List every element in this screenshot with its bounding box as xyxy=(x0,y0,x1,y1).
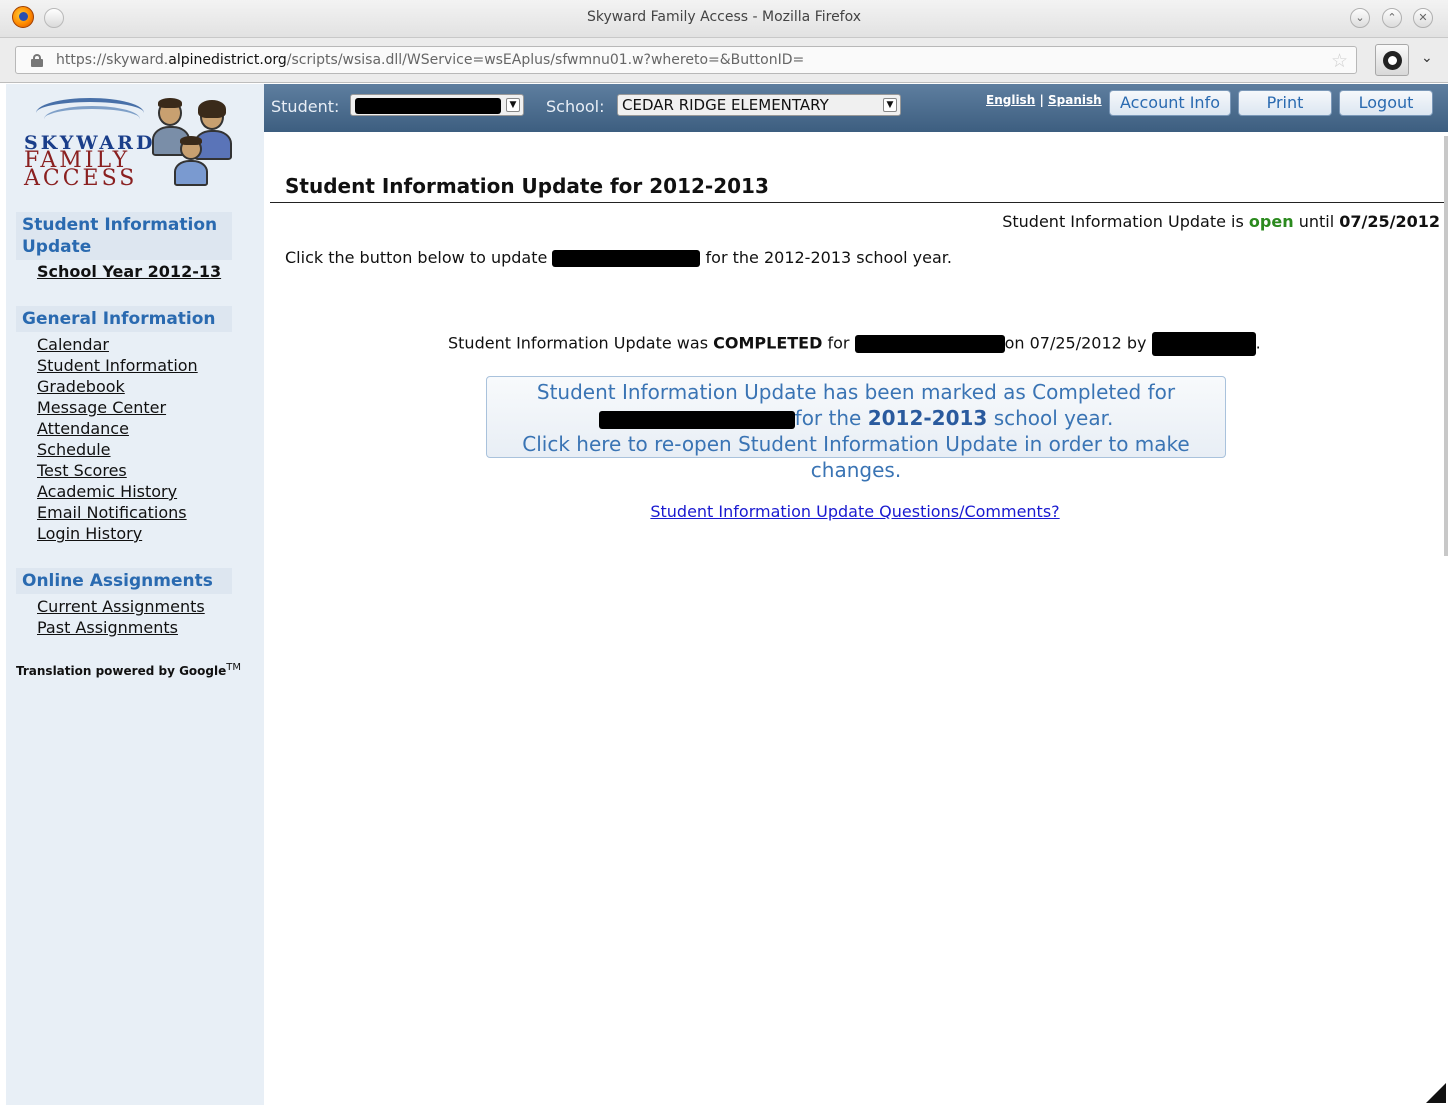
header-bar: Student: ▼ School: CEDAR RIDGE ELEMENTAR… xyxy=(264,84,1448,132)
window-titlebar: Skyward Family Access - Mozilla Firefox … xyxy=(0,0,1448,38)
completed-notice: Student Information Update was COMPLETED… xyxy=(448,332,1261,356)
sidebar: SKYWARD FAMILY ACCESS Student Information… xyxy=(6,84,264,1105)
sidebar-item-test-scores[interactable]: Test Scores xyxy=(37,461,127,480)
status-open-badge: open xyxy=(1248,212,1294,231)
minimize-icon[interactable]: ⌄ xyxy=(1350,8,1370,28)
sidebar-item-academic-history[interactable]: Academic History xyxy=(37,482,177,501)
navigation-toolbar: https://skyward.alpinedistrict.org/scrip… xyxy=(0,38,1448,83)
sidebar-item-current-assignments[interactable]: Current Assignments xyxy=(37,597,205,616)
student-select[interactable]: ▼ xyxy=(350,94,524,116)
intro-text: Click the button below to update for the… xyxy=(285,248,952,267)
spanish-link[interactable]: Spanish xyxy=(1048,93,1102,107)
english-link[interactable]: English xyxy=(986,93,1035,107)
status-date: 07/25/2012 xyxy=(1339,212,1440,231)
redacted-student-name xyxy=(854,335,1005,353)
window-title: Skyward Family Access - Mozilla Firefox xyxy=(586,9,862,25)
school-label: School: xyxy=(546,97,605,116)
sidebar-item-message-center[interactable]: Message Center xyxy=(37,398,166,417)
student-label: Student: xyxy=(271,97,340,116)
extension-button[interactable] xyxy=(1375,44,1409,76)
sidebar-item-attendance[interactable]: Attendance xyxy=(37,419,129,438)
url-text[interactable]: https://skyward.alpinedistrict.org/scrip… xyxy=(56,52,804,68)
sidebar-section-general-information: General Information xyxy=(16,306,232,332)
skyward-family-access-logo[interactable]: SKYWARD FAMILY ACCESS xyxy=(16,94,244,194)
url-bar[interactable]: https://skyward.alpinedistrict.org/scrip… xyxy=(15,46,1357,74)
redacted-student-name xyxy=(598,410,795,429)
sidebar-item-login-history[interactable]: Login History xyxy=(37,524,142,543)
sidebar-item-student-information[interactable]: Student Information xyxy=(37,356,198,375)
update-status: Student Information Update is open until… xyxy=(1002,212,1440,231)
redacted-student-name xyxy=(552,250,701,267)
family-icon xyxy=(150,94,246,194)
sidebar-item-calendar[interactable]: Calendar xyxy=(37,335,109,354)
chevron-down-icon: ▼ xyxy=(506,98,520,112)
questions-comments-link[interactable]: Student Information Update Questions/Com… xyxy=(0,502,1448,521)
scrollbar[interactable] xyxy=(1444,136,1448,556)
redacted-student-name xyxy=(355,97,501,114)
account-info-button[interactable]: Account Info xyxy=(1109,90,1231,116)
bookmark-star-icon[interactable]: ☆ xyxy=(1331,50,1348,72)
translation-credit: Translation powered by GoogleTM xyxy=(16,662,241,678)
school-select[interactable]: CEDAR RIDGE ELEMENTARY ▼ xyxy=(617,94,901,116)
sidebar-item-past-assignments[interactable]: Past Assignments xyxy=(37,618,178,637)
title-divider xyxy=(270,202,1448,203)
close-icon[interactable]: ✕ xyxy=(1413,8,1433,28)
resize-grip[interactable] xyxy=(1426,1083,1446,1103)
sidebar-item-gradebook[interactable]: Gradebook xyxy=(37,377,125,396)
lock-icon[interactable] xyxy=(31,54,43,67)
chevron-down-icon[interactable]: ⌄ xyxy=(1421,50,1433,66)
logout-button[interactable]: Logout xyxy=(1339,90,1433,116)
logo-text-family-access: FAMILY ACCESS xyxy=(24,148,138,191)
chevron-down-icon: ▼ xyxy=(883,98,897,112)
camera-icon xyxy=(1383,51,1402,70)
sidebar-item-school-year[interactable]: School Year 2012-13 xyxy=(37,262,221,281)
sidebar-section-student-information-update: Student Information Update xyxy=(16,212,232,260)
maximize-icon[interactable]: ⌃ xyxy=(1382,8,1402,28)
sidebar-item-schedule[interactable]: Schedule xyxy=(37,440,111,459)
language-links: English | Spanish xyxy=(986,93,1102,107)
page-title: Student Information Update for 2012-2013 xyxy=(285,174,769,198)
print-button[interactable]: Print xyxy=(1238,90,1332,116)
reopen-update-button[interactable]: Student Information Update has been mark… xyxy=(486,376,1226,482)
redacted-user-name xyxy=(1151,332,1256,356)
sidebar-section-online-assignments: Online Assignments xyxy=(16,568,232,594)
